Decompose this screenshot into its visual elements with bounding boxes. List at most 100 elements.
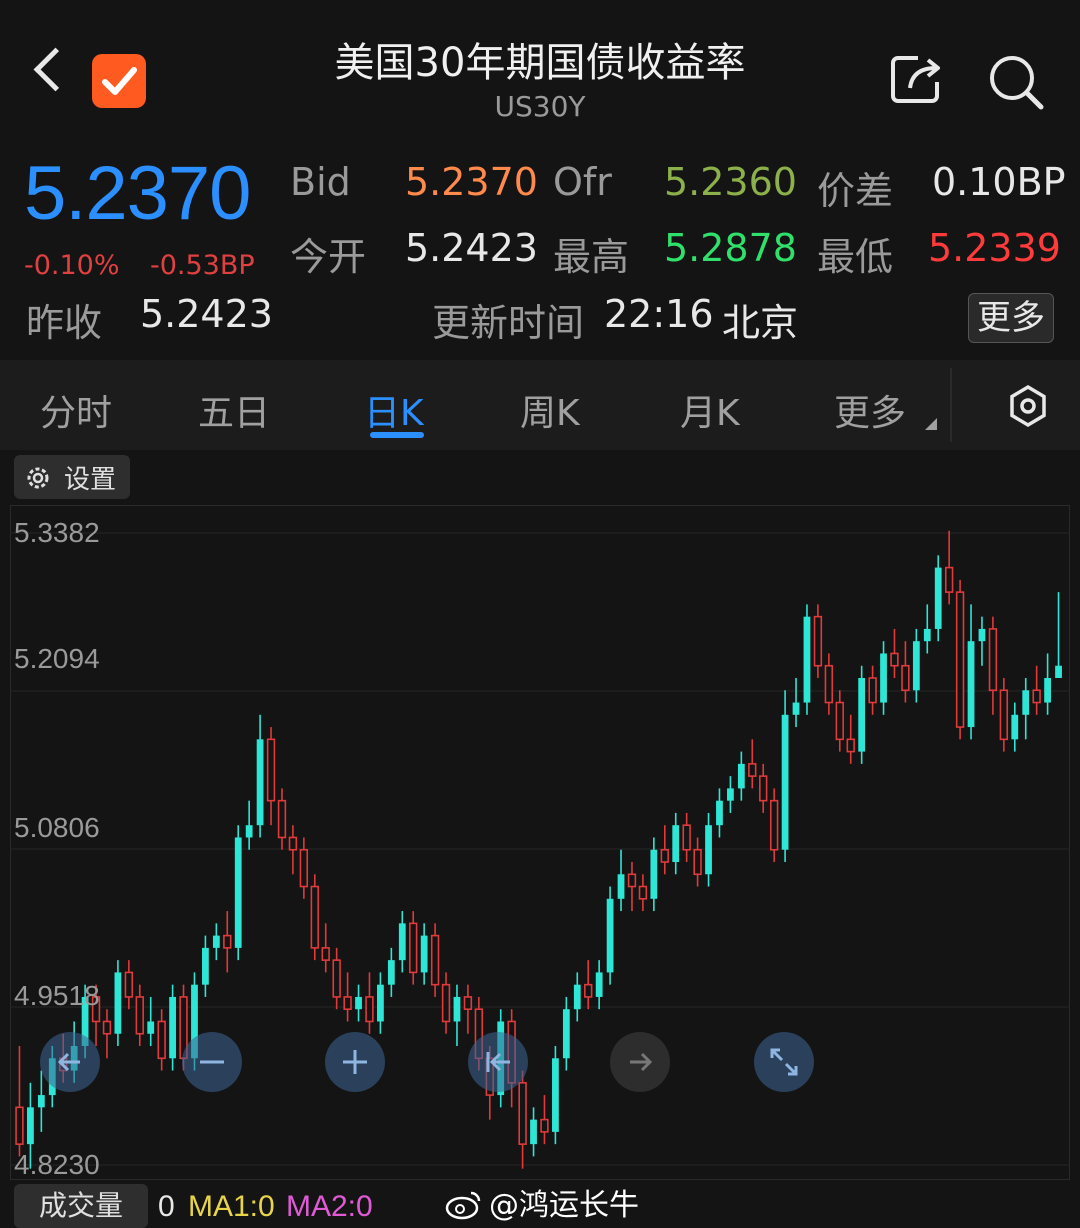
candle [999, 677, 1009, 752]
change-percent: -0.10% [24, 250, 120, 281]
fullscreen-button[interactable] [754, 1032, 814, 1092]
candle-body [705, 825, 712, 875]
candle-body [682, 824, 691, 851]
settings-button[interactable]: 设置 [14, 455, 130, 499]
tab-intraday[interactable]: 分时 [40, 384, 112, 436]
candle-body [266, 738, 276, 802]
candle-body [737, 763, 745, 789]
candle-body [202, 947, 209, 985]
tab-weekly-k[interactable]: 周K [520, 384, 580, 436]
volume-ma2: MA2:0 [286, 1190, 373, 1223]
search-icon[interactable] [986, 52, 1046, 112]
candle-body [441, 983, 451, 1023]
candle-body [627, 873, 637, 888]
candle-body [858, 677, 866, 752]
candle-body [978, 628, 986, 642]
candlestick-chart[interactable] [10, 505, 1070, 1180]
candle [705, 812, 712, 887]
candle-body [901, 664, 910, 692]
settings-label: 设置 [64, 465, 117, 495]
change-bp: -0.53BP [150, 250, 255, 281]
candle [1055, 592, 1062, 678]
candle-body [955, 591, 965, 728]
ofr-value: 5.2360 [664, 160, 797, 204]
candle [759, 763, 768, 813]
candle-body [638, 885, 648, 900]
low-value: 5.2339 [928, 226, 1061, 270]
candle-body [212, 935, 220, 948]
candle [1032, 665, 1041, 715]
candle [638, 874, 648, 912]
candle-body [716, 800, 723, 826]
candle-body [453, 996, 461, 1022]
candle [147, 996, 155, 1047]
candle-body [1011, 714, 1019, 740]
candle-body [1055, 665, 1062, 678]
candle-body [693, 848, 702, 876]
candle [584, 960, 593, 1010]
scroll-left-button[interactable] [40, 1032, 100, 1092]
prev-close-value: 5.2423 [140, 292, 273, 336]
quote-more-button[interactable]: 更多 [968, 293, 1054, 343]
y-tick-label: 5.2094 [14, 643, 100, 674]
tab-five-day[interactable]: 五日 [198, 384, 270, 436]
candle [716, 788, 723, 838]
candle [824, 653, 834, 715]
last-price: 5.2370 [24, 151, 251, 236]
minus-icon [200, 1060, 224, 1064]
candle [693, 837, 702, 887]
tab-monthly-k[interactable]: 月K [680, 384, 740, 436]
plus-icon [343, 1050, 367, 1074]
watermark: @鸿运长牛 [445, 1180, 639, 1224]
candle [420, 923, 428, 985]
candle-body [398, 923, 406, 961]
candle [15, 1046, 24, 1157]
candle [672, 812, 680, 875]
candle-body [530, 1119, 537, 1145]
candle-body [1032, 689, 1041, 704]
candle-body [343, 996, 352, 1011]
share-icon[interactable] [888, 52, 946, 106]
update-time-label: 更新时间 [432, 301, 585, 345]
spread-label: 价差 [817, 169, 894, 213]
candle [377, 972, 384, 1034]
tab-daily-k[interactable]: 日K [364, 384, 424, 436]
y-tick-label: 5.3382 [14, 517, 100, 548]
candle [552, 1046, 559, 1145]
volume-tab[interactable]: 成交量 [14, 1184, 148, 1228]
candle [463, 984, 473, 1034]
tab-more[interactable]: 更多 [834, 384, 906, 436]
candle [332, 947, 341, 1010]
candle [430, 923, 440, 997]
candle-body [846, 738, 855, 753]
candle [223, 911, 232, 973]
spread-value: 0.10BP [932, 160, 1066, 204]
candle [606, 886, 614, 985]
candle [212, 923, 220, 961]
bid-label: Bid [290, 160, 351, 204]
candle-body [420, 935, 428, 973]
candle [387, 947, 395, 997]
candle-body [321, 947, 330, 961]
candle [813, 604, 823, 678]
candle [934, 555, 942, 642]
update-time-zone: 北京 [722, 301, 799, 345]
candle-body [157, 1020, 166, 1060]
candle-body [617, 874, 625, 899]
zoom-in-button[interactable] [325, 1032, 385, 1092]
candle-body [727, 788, 734, 801]
candle [880, 641, 887, 715]
prev-close-label: 昨收 [26, 301, 103, 345]
candle-body [518, 1082, 527, 1145]
candle-body [868, 677, 877, 704]
candle [234, 825, 242, 961]
chart-settings-icon[interactable] [1006, 384, 1050, 432]
candle-body [813, 615, 823, 667]
zoom-out-button[interactable] [182, 1032, 242, 1092]
y-tick-label: 4.9518 [14, 980, 100, 1011]
candle-body [824, 664, 834, 704]
candle-body [999, 689, 1009, 741]
scroll-right-button[interactable] [610, 1032, 670, 1092]
y-tick-label: 5.0806 [14, 812, 100, 843]
jump-start-button[interactable] [468, 1032, 528, 1092]
